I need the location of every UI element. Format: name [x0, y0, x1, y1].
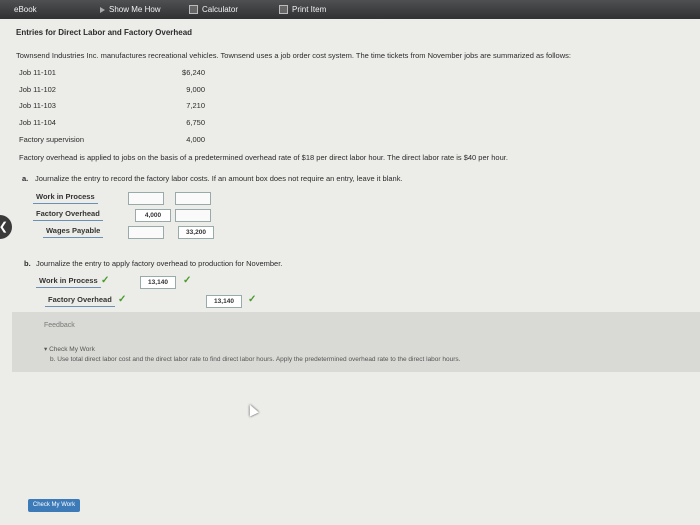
check-my-work-button[interactable]: Check My Work [28, 499, 80, 512]
top-toolbar: eBook Show Me How Calculator Print Item [0, 0, 700, 19]
job-label: Job 11-103 [19, 101, 56, 110]
job-amount: 6,750 [186, 118, 205, 127]
journal-account: Work in Process [36, 275, 101, 288]
check-my-work-label: Check My Work [49, 346, 95, 353]
feedback-panel: Feedback ▾ Check My Work b. Use total di… [12, 312, 700, 372]
correct-check-icon: ✓ [118, 294, 127, 305]
journal-account: Factory Overhead [33, 208, 103, 221]
job-amount: 4,000 [186, 135, 205, 144]
job-label: Factory supervision [19, 135, 85, 144]
problem-title: Entries for Direct Labor and Factory Ove… [16, 28, 193, 37]
print-item-label: Print Item [292, 5, 327, 14]
job-label: Job 11-101 [19, 68, 56, 77]
ebook-link[interactable]: eBook [14, 5, 37, 14]
check-my-work-toggle[interactable]: ▾ Check My Work [44, 345, 95, 353]
debit-input[interactable] [128, 192, 164, 205]
feedback-hint: b. Use total direct labor cost and the d… [50, 356, 461, 363]
feedback-heading: Feedback [44, 322, 75, 329]
previous-arrow-icon[interactable]: ❮ [0, 215, 12, 239]
calculator-icon [189, 5, 198, 14]
expand-triangle-icon: ▾ [44, 346, 48, 353]
problem-intro: Townsend Industries Inc. manufactures re… [16, 51, 571, 60]
ebook-label: eBook [14, 5, 37, 14]
journal-account: Factory Overhead [45, 294, 115, 307]
job-label: Job 11-104 [19, 118, 56, 127]
part-b-question: Journalize the entry to apply factory ov… [36, 259, 283, 268]
print-item-link[interactable]: Print Item [279, 5, 326, 14]
correct-check-icon: ✓ [183, 275, 192, 286]
play-icon [100, 6, 105, 13]
correct-check-icon: ✓ [248, 294, 257, 305]
credit-input[interactable] [175, 209, 211, 222]
show-me-how-label: Show Me How [109, 5, 161, 14]
mouse-cursor-icon [245, 402, 259, 417]
problem-page: ❮ Entries for Direct Labor and Factory O… [0, 19, 700, 525]
print-icon [279, 5, 288, 14]
part-b-label: b. [24, 259, 31, 268]
correct-check-icon: ✓ [101, 275, 110, 286]
show-me-how-link[interactable]: Show Me How [100, 5, 161, 14]
debit-input[interactable] [128, 226, 164, 239]
calculator-link[interactable]: Calculator [189, 5, 238, 14]
credit-input[interactable]: 13,140 [206, 295, 242, 308]
credit-input[interactable] [175, 192, 211, 205]
part-a-label: a. [22, 174, 29, 183]
calculator-label: Calculator [202, 5, 239, 14]
job-amount: 7,210 [186, 101, 205, 110]
job-label: Job 11-102 [19, 85, 56, 94]
overhead-note: Factory overhead is applied to jobs on t… [19, 153, 508, 162]
job-amount: 9,000 [186, 85, 205, 94]
journal-account: Wages Payable [43, 225, 104, 238]
debit-input[interactable]: 4,000 [135, 209, 171, 222]
credit-input[interactable]: 33,200 [178, 226, 214, 239]
job-amount: $6,240 [182, 68, 205, 77]
part-a-question: Journalize the entry to record the facto… [35, 174, 403, 183]
journal-account: Work in Process [33, 191, 98, 204]
debit-input[interactable]: 13,140 [140, 276, 176, 289]
